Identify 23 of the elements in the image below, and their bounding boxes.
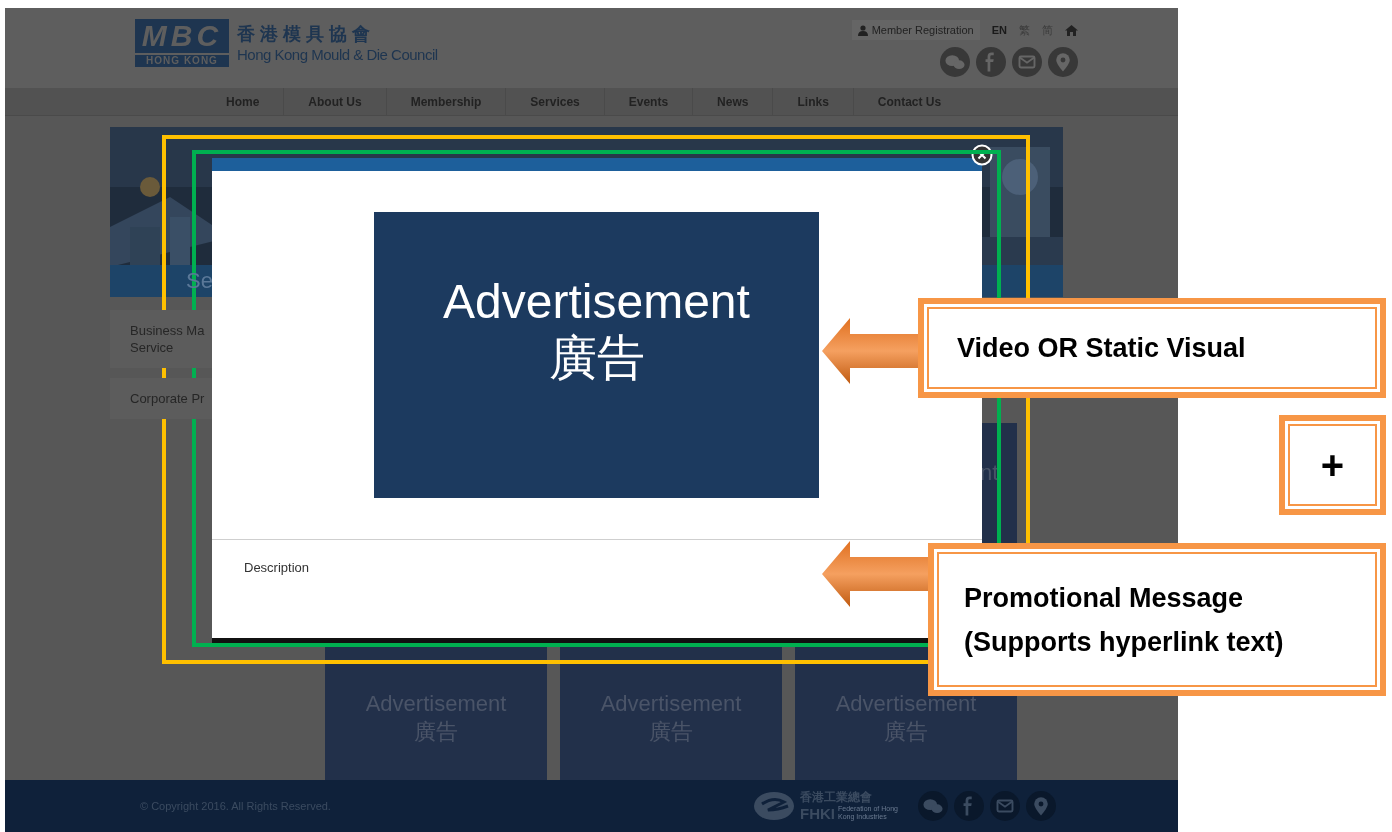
chat-bubbles-icon[interactable] [940, 47, 970, 77]
mail-icon[interactable] [990, 791, 1020, 821]
close-icon[interactable] [971, 144, 993, 166]
logo-subtitle: HONG KONG [135, 55, 229, 67]
facebook-icon[interactable] [976, 47, 1006, 77]
organization-name: Hong Kong Mould & Die Council [237, 46, 438, 64]
location-pin-icon[interactable] [1048, 47, 1078, 77]
description-text: Description [244, 559, 310, 577]
partner-logo-icon [754, 792, 794, 820]
member-registration-link[interactable]: Member Registration [851, 20, 980, 40]
advertisement-title-chinese: 廣告 [548, 330, 645, 386]
advertisement-title: Advertisement [443, 274, 750, 330]
location-pin-icon[interactable] [1026, 791, 1056, 821]
organization-name-chinese: 香 港 模 具 協 會 [237, 23, 371, 46]
home-icon[interactable] [1065, 24, 1078, 36]
logo-mark: MBC [135, 19, 229, 53]
add-button[interactable]: + [1279, 415, 1386, 515]
language-link[interactable]: EN [991, 21, 1007, 39]
callout-text: Video OR Static Visual [957, 332, 1246, 365]
mail-icon[interactable] [1012, 47, 1042, 77]
user-icon [857, 24, 868, 36]
chat-bubbles-icon[interactable] [918, 791, 948, 821]
facebook-icon[interactable] [954, 791, 984, 821]
